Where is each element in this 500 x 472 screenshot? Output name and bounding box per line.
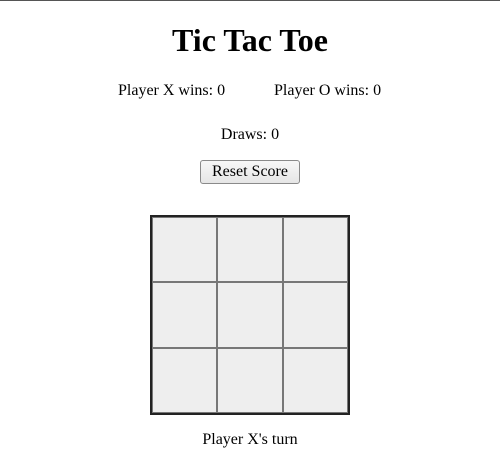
player-x-score-value: 0 xyxy=(217,82,226,99)
board-cell-4[interactable] xyxy=(152,282,218,348)
board-cell-3[interactable] xyxy=(282,217,348,283)
board-cell-1[interactable] xyxy=(152,217,218,283)
scoreboard: Player X wins: 0 Player O wins: 0 xyxy=(0,81,500,101)
board-cell-7[interactable] xyxy=(152,347,218,413)
turn-status: Player X's turn xyxy=(202,431,298,448)
player-x-score-label: Player X wins: xyxy=(118,82,214,99)
player-x-score: Player X wins: 0 xyxy=(118,81,225,101)
board-cell-5[interactable] xyxy=(217,282,283,348)
player-o-score: Player O wins: 0 xyxy=(274,81,381,101)
game-page: Tic Tac Toe Player X wins: 0 Player O wi… xyxy=(0,0,500,472)
page-title: Tic Tac Toe xyxy=(172,22,328,58)
reset-score-button[interactable]: Reset Score xyxy=(200,160,300,184)
board-cell-6[interactable] xyxy=(282,282,348,348)
draws-label: Draws: xyxy=(220,126,268,143)
draws-count: Draws: 0 xyxy=(0,125,500,145)
draws-value: 0 xyxy=(271,126,280,143)
player-o-score-value: 0 xyxy=(373,82,382,99)
board-cell-2[interactable] xyxy=(217,217,283,283)
board-cell-9[interactable] xyxy=(282,347,348,413)
board-cell-8[interactable] xyxy=(217,347,283,413)
player-o-score-label: Player O wins: xyxy=(274,82,370,99)
game-board xyxy=(150,215,350,415)
